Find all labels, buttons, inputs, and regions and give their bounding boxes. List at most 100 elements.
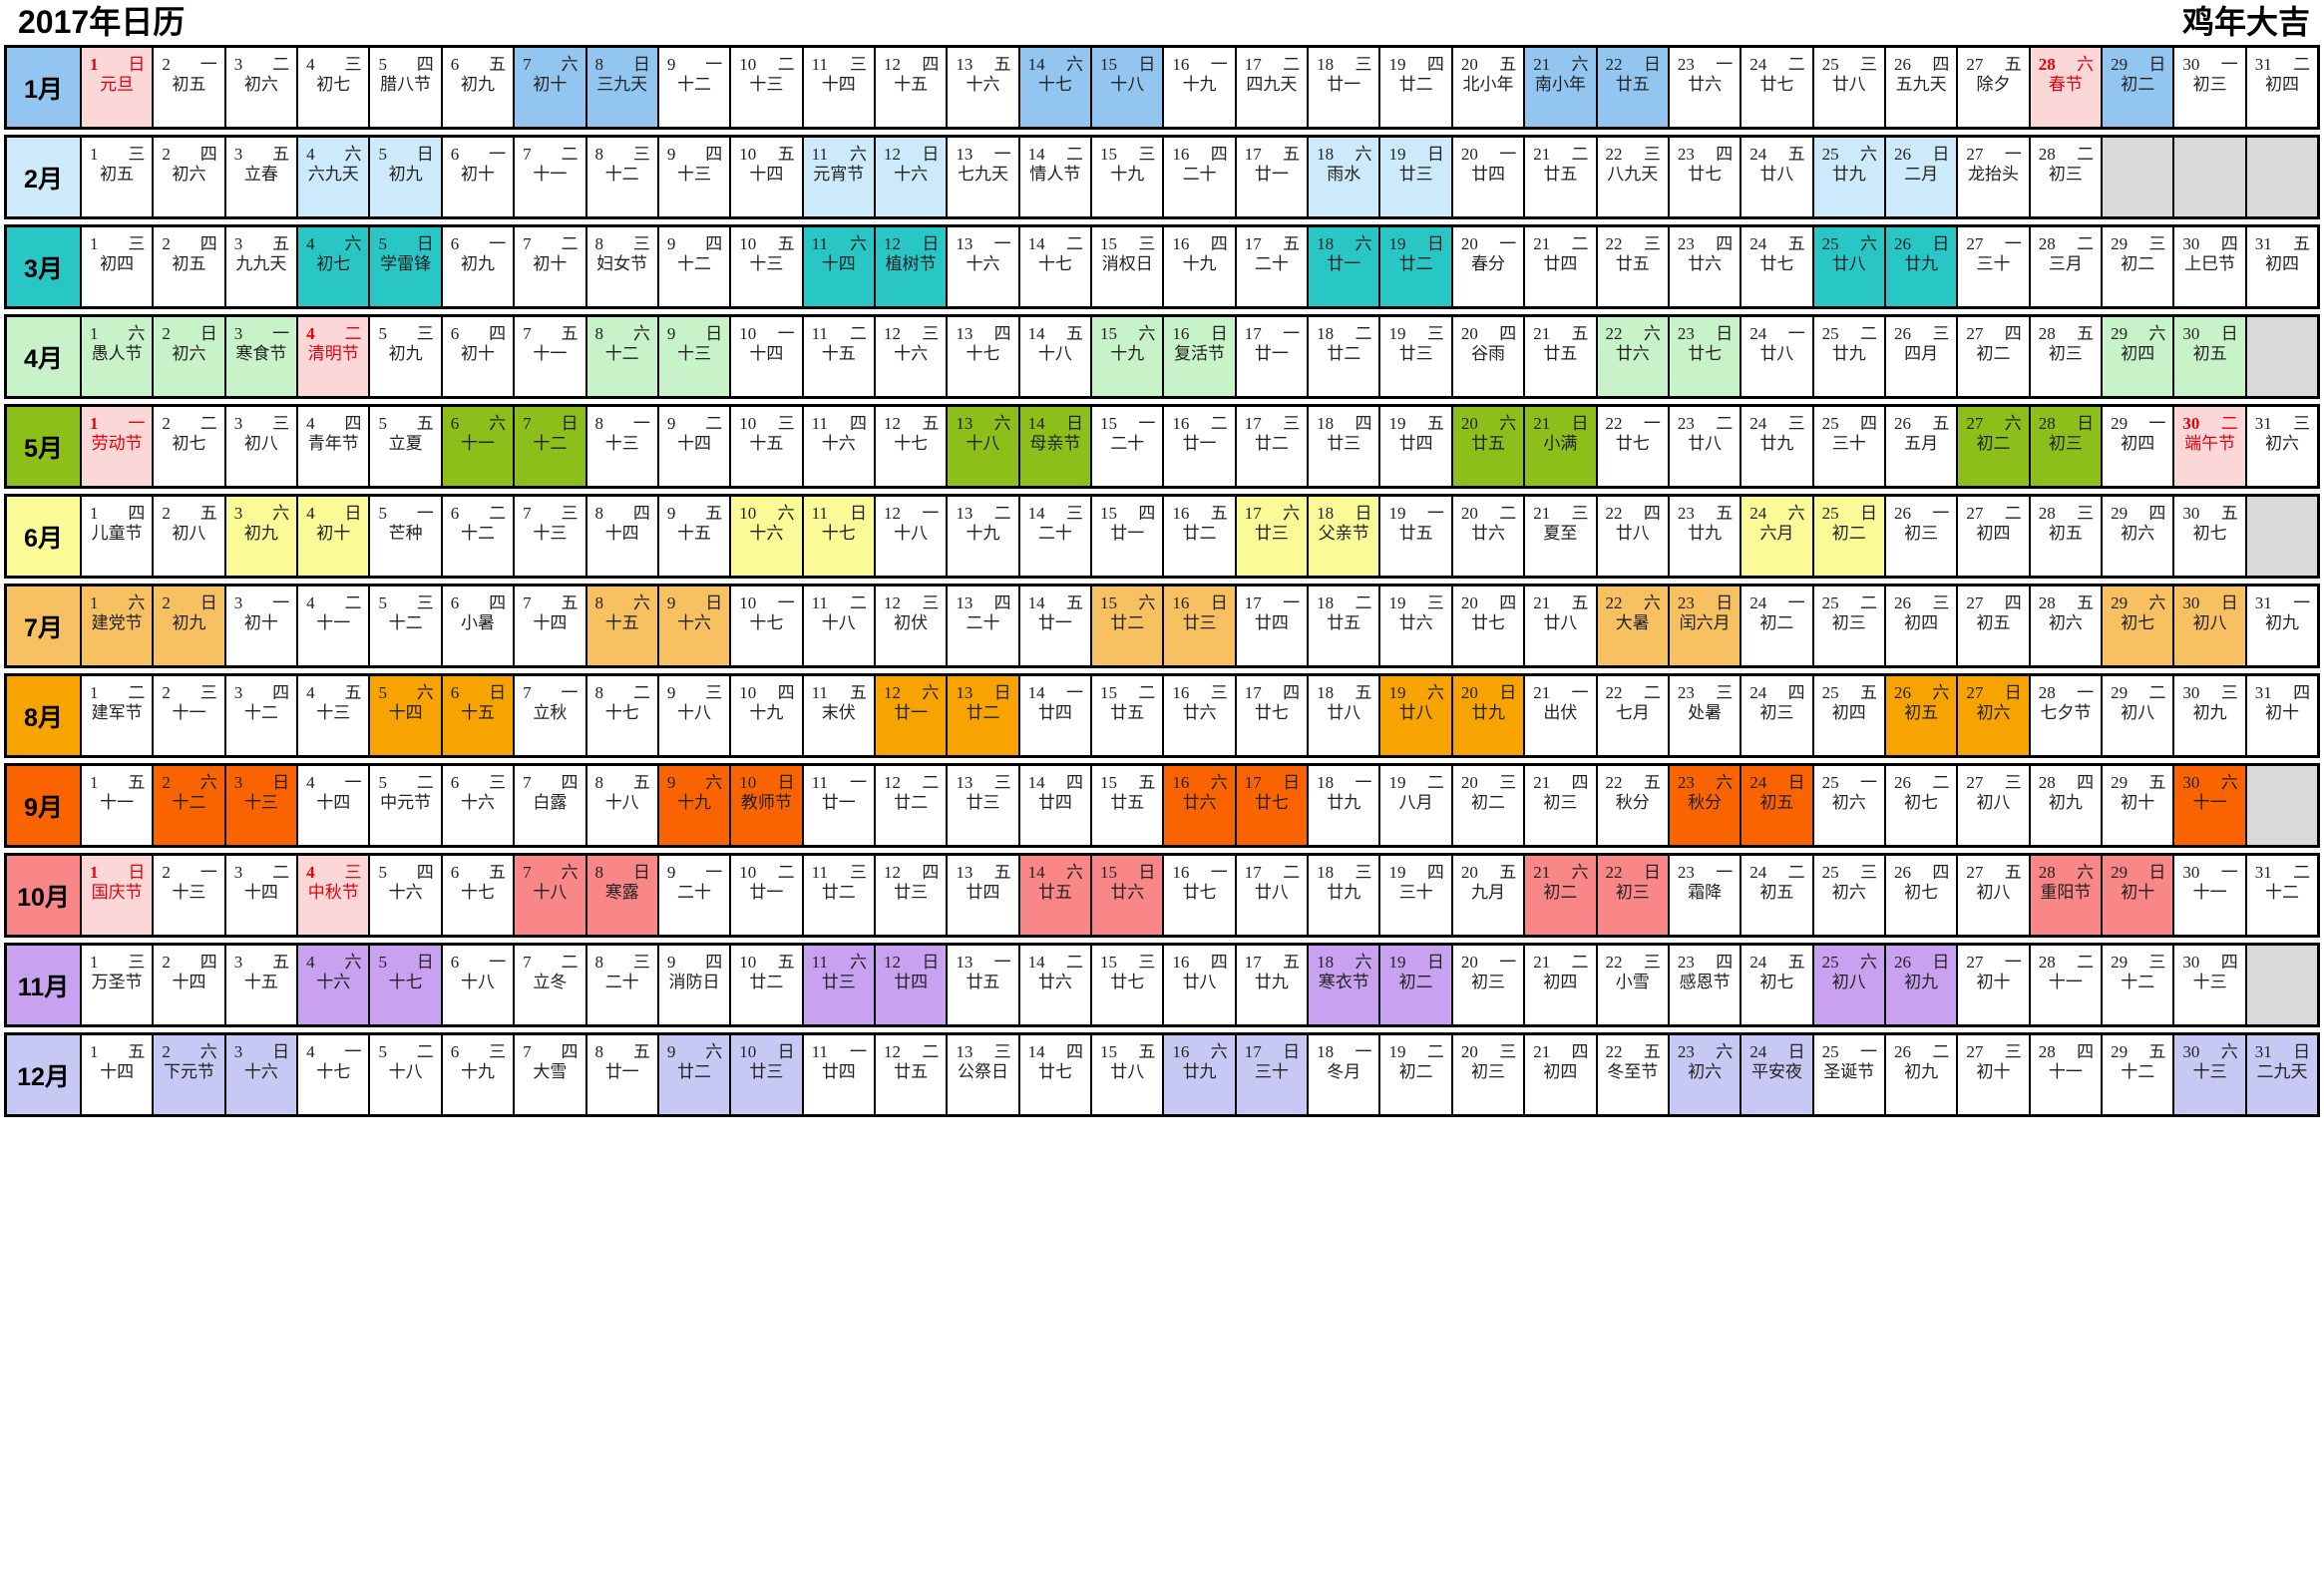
- day-cell[interactable]: 30 三初九: [2174, 676, 2247, 755]
- day-cell[interactable]: 16 四廿八: [1164, 946, 1237, 1024]
- day-cell[interactable]: 21 二初四: [1525, 946, 1598, 1024]
- day-cell[interactable]: 30 二端午节: [2174, 407, 2247, 486]
- day-cell[interactable]: 7 六十八: [515, 856, 587, 935]
- day-cell[interactable]: 19 五廿四: [1380, 407, 1453, 486]
- day-cell[interactable]: 9 四十三: [658, 138, 732, 216]
- day-cell[interactable]: 20 日廿九: [1452, 676, 1526, 755]
- day-cell[interactable]: 10 日廿三: [731, 1035, 804, 1114]
- day-cell[interactable]: 19 日廿二: [1380, 227, 1453, 306]
- day-cell[interactable]: 14 二情人节: [1019, 138, 1093, 216]
- day-cell[interactable]: 5 日十七: [370, 946, 443, 1024]
- day-cell[interactable]: 19 日初二: [1380, 946, 1453, 1024]
- day-cell[interactable]: 9 日十三: [658, 317, 732, 396]
- day-cell[interactable]: 14 二廿六: [1019, 946, 1093, 1024]
- day-cell[interactable]: 20 三初三: [1452, 1035, 1526, 1114]
- day-cell[interactable]: 12 三十六: [875, 317, 949, 396]
- day-cell[interactable]: 6 六十一: [442, 407, 516, 486]
- day-cell[interactable]: 2 一十三: [154, 856, 226, 935]
- day-cell[interactable]: 10 一十七: [731, 587, 804, 665]
- day-cell[interactable]: 25 五初四: [1813, 676, 1886, 755]
- day-cell[interactable]: 30 日初五: [2174, 317, 2247, 396]
- day-cell[interactable]: 17 二四九天: [1236, 48, 1310, 127]
- day-cell[interactable]: 15 六十九: [1092, 317, 1165, 396]
- day-cell[interactable]: 9 二十四: [658, 407, 732, 486]
- day-cell[interactable]: 12 日廿四: [875, 946, 949, 1024]
- day-cell[interactable]: 4 二清明节: [298, 317, 371, 396]
- day-cell[interactable]: 31 三初六: [2246, 407, 2318, 486]
- day-cell[interactable]: 18 二廿五: [1309, 587, 1381, 665]
- day-cell[interactable]: 10 四十九: [731, 676, 804, 755]
- day-cell[interactable]: 29 二初八: [2103, 676, 2175, 755]
- day-cell[interactable]: 28 五初三: [2030, 317, 2104, 396]
- day-cell[interactable]: 31 二十二: [2246, 856, 2318, 935]
- day-cell[interactable]: 3 二十四: [225, 856, 299, 935]
- day-cell[interactable]: 11 二十八: [803, 587, 876, 665]
- day-cell[interactable]: 8 四十四: [586, 497, 659, 576]
- day-cell[interactable]: 11 四十六: [803, 407, 876, 486]
- day-cell[interactable]: 25 日初二: [1813, 497, 1886, 576]
- day-cell[interactable]: 6 三十六: [442, 766, 516, 845]
- day-cell[interactable]: 11 三十四: [803, 48, 876, 127]
- day-cell[interactable]: 26 三四月: [1885, 317, 1959, 396]
- day-cell[interactable]: 3 六初九: [225, 497, 299, 576]
- day-cell[interactable]: 1 三初四: [82, 227, 155, 306]
- day-cell[interactable]: 6 五十七: [442, 856, 516, 935]
- day-cell[interactable]: 26 五五月: [1885, 407, 1959, 486]
- day-cell[interactable]: 5 五立夏: [370, 407, 443, 486]
- day-cell[interactable]: 26 四五九天: [1885, 48, 1959, 127]
- day-cell[interactable]: 6 一十八: [442, 946, 516, 1024]
- day-cell[interactable]: 13 五廿四: [948, 856, 1020, 935]
- day-cell[interactable]: 1 六愚人节: [82, 317, 155, 396]
- day-cell[interactable]: 23 五廿九: [1669, 497, 1743, 576]
- day-cell[interactable]: 26 日初九: [1885, 946, 1959, 1024]
- day-cell[interactable]: 1 三初五: [82, 138, 155, 216]
- day-cell[interactable]: 15 二廿五: [1092, 676, 1165, 755]
- day-cell[interactable]: 24 二初五: [1742, 856, 1814, 935]
- day-cell[interactable]: 3 一寒食节: [225, 317, 299, 396]
- day-cell[interactable]: 10 五廿二: [731, 946, 804, 1024]
- day-cell[interactable]: 17 四廿七: [1236, 676, 1310, 755]
- day-cell[interactable]: 3 三初八: [225, 407, 299, 486]
- day-cell[interactable]: 12 四廿三: [875, 856, 949, 935]
- day-cell[interactable]: 17 三廿二: [1236, 407, 1310, 486]
- day-cell[interactable]: 16 日复活节: [1164, 317, 1237, 396]
- day-cell[interactable]: 12 日十六: [875, 138, 949, 216]
- day-cell[interactable]: 17 五廿一: [1236, 138, 1310, 216]
- day-cell[interactable]: 28 二初三: [2030, 138, 2104, 216]
- day-cell[interactable]: 11 五末伏: [803, 676, 876, 755]
- day-cell[interactable]: 19 三廿三: [1380, 317, 1453, 396]
- day-cell[interactable]: 3 四十二: [225, 676, 299, 755]
- day-cell[interactable]: 2 四初五: [154, 227, 226, 306]
- day-cell[interactable]: 15 日十八: [1092, 48, 1165, 127]
- day-cell[interactable]: 9 三十八: [658, 676, 732, 755]
- day-cell[interactable]: 16 六廿六: [1164, 766, 1237, 845]
- day-cell[interactable]: 14 二十七: [1019, 227, 1093, 306]
- day-cell[interactable]: 12 日植树节: [875, 227, 949, 306]
- day-cell[interactable]: 26 日廿九: [1885, 227, 1959, 306]
- day-cell[interactable]: 20 一春分: [1452, 227, 1526, 306]
- day-cell[interactable]: 2 日初九: [154, 587, 226, 665]
- day-cell[interactable]: 6 二十二: [442, 497, 516, 576]
- day-cell[interactable]: 15 三廿七: [1092, 946, 1165, 1024]
- day-cell[interactable]: 29 三初二: [2103, 227, 2175, 306]
- day-cell[interactable]: 23 六秋分: [1669, 766, 1743, 845]
- day-cell[interactable]: 5 二中元节: [370, 766, 443, 845]
- day-cell[interactable]: 8 六十二: [586, 317, 659, 396]
- day-cell[interactable]: 13 三廿三: [948, 766, 1020, 845]
- day-cell[interactable]: 19 四三十: [1380, 856, 1453, 935]
- day-cell[interactable]: 17 二廿八: [1236, 856, 1310, 935]
- day-cell[interactable]: 30 六十一: [2174, 766, 2247, 845]
- day-cell[interactable]: 24 一初二: [1742, 587, 1814, 665]
- day-cell[interactable]: 13 五十六: [948, 48, 1020, 127]
- day-cell[interactable]: 7 四白露: [515, 766, 587, 845]
- day-cell[interactable]: 27 一龙抬头: [1958, 138, 2031, 216]
- day-cell[interactable]: 9 一二十: [658, 856, 732, 935]
- day-cell[interactable]: 28 一七夕节: [2030, 676, 2104, 755]
- day-cell[interactable]: 2 日初六: [154, 317, 226, 396]
- day-cell[interactable]: 22 六大暑: [1597, 587, 1670, 665]
- day-cell[interactable]: 27 一初十: [1958, 946, 2031, 1024]
- day-cell[interactable]: 26 二初七: [1885, 766, 1959, 845]
- day-cell[interactable]: 2 一初五: [154, 48, 226, 127]
- day-cell[interactable]: 27 三初十: [1958, 1035, 2031, 1114]
- day-cell[interactable]: 20 一初三: [1452, 946, 1526, 1024]
